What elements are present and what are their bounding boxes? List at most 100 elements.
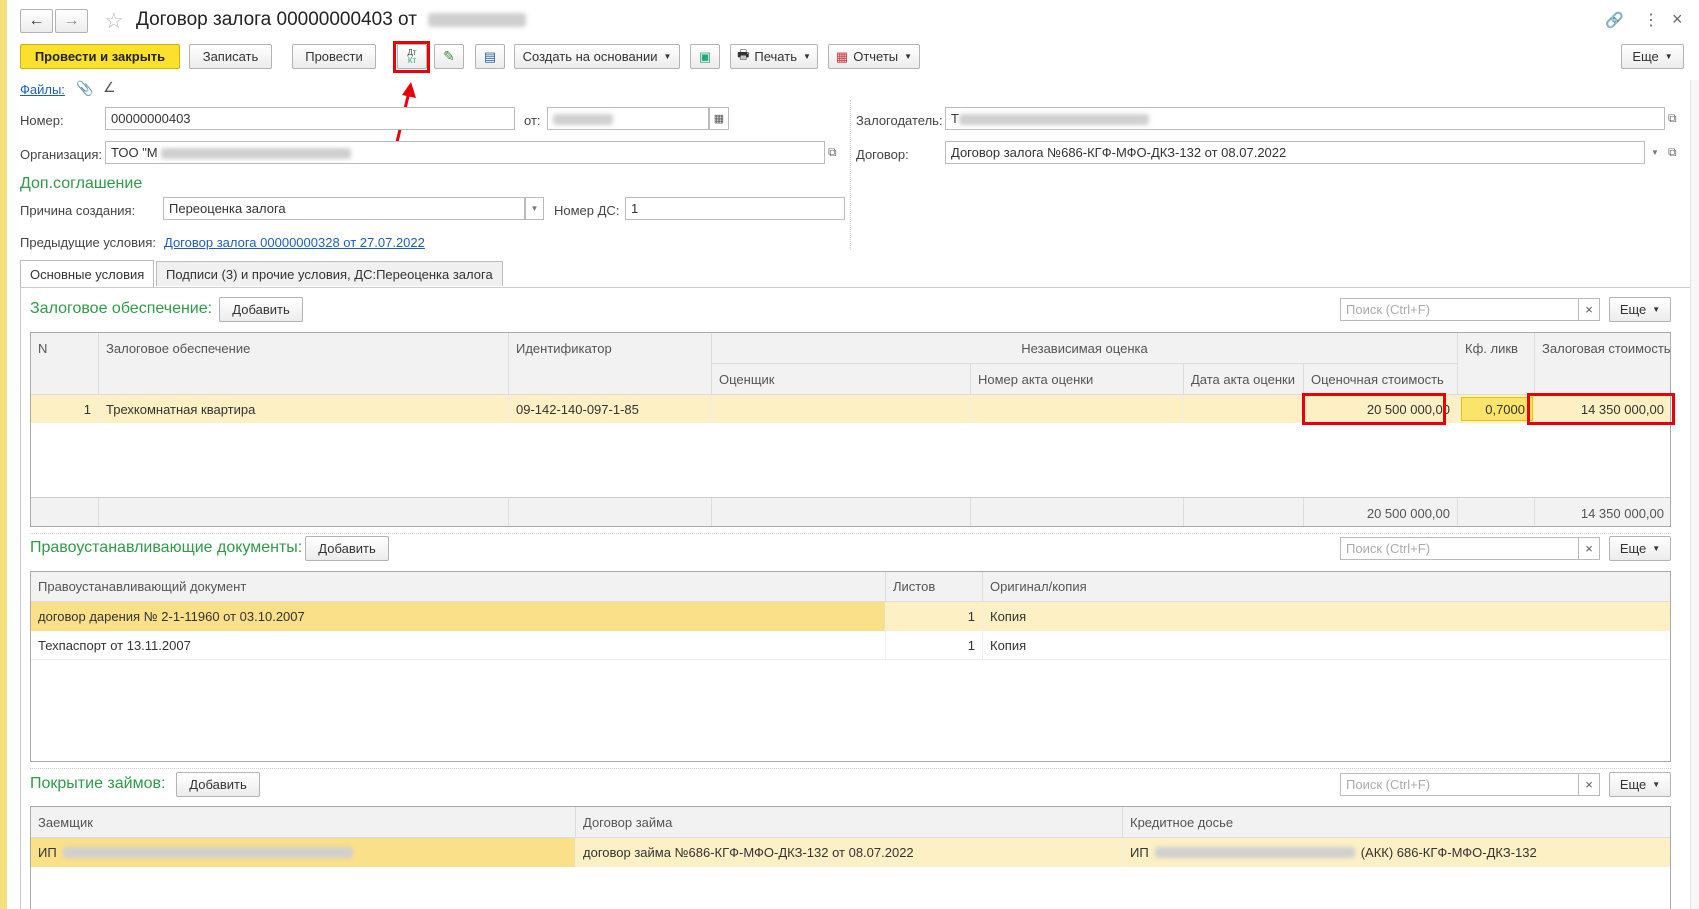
prev-conditions-link[interactable]: Договор залога 00000000328 от 27.07.2022 xyxy=(164,235,425,250)
tab-main-conditions[interactable]: Основные условия xyxy=(20,260,155,287)
files-link[interactable]: Файлы: xyxy=(20,82,65,97)
structure-button[interactable]: ▤ xyxy=(475,44,505,69)
print-label: Печать xyxy=(754,49,797,64)
dossier-redacted xyxy=(1154,847,1355,858)
col-doc[interactable]: Правоустанавливающий документ xyxy=(31,572,886,602)
table-row[interactable]: Техпаспорт от 13.11.2007 1 Копия xyxy=(31,631,1670,660)
addl-agreement-title: Доп.соглашение xyxy=(20,175,143,192)
title-docs-search-input[interactable]: Поиск (Ctrl+F) xyxy=(1340,537,1580,560)
col-act-date[interactable]: Дата акта оценки xyxy=(1184,364,1304,395)
table-row[interactable]: 1 Трехкомнатная квартира 09-142-140-097-… xyxy=(31,395,1670,423)
link-icon[interactable]: 🔗 xyxy=(1605,11,1624,29)
clear-icon: × xyxy=(1585,541,1593,556)
total-blank xyxy=(971,498,1184,526)
reports-button[interactable]: ▦ Отчеты ▼ xyxy=(828,44,920,69)
total-blank xyxy=(509,498,712,526)
attach-button[interactable]: ▣ xyxy=(690,44,720,69)
tab-signatures-label: Подписи (3) и прочие условия, ДС:Переоце… xyxy=(166,266,493,282)
ds-number-field[interactable]: 1 xyxy=(625,197,845,220)
title-date-redacted xyxy=(428,12,527,27)
save-button[interactable]: Записать xyxy=(189,44,272,69)
prev-conditions-label: Предыдущие условия: xyxy=(20,235,156,250)
pencil-icon: ✎ xyxy=(443,48,455,64)
pledger-label: Залогодатель: xyxy=(856,113,943,128)
col-id[interactable]: Идентификатор xyxy=(509,333,712,395)
loans-table: Заемщик Договор займа Кредитное досье ИП… xyxy=(30,806,1671,909)
tab-main-label: Основные условия xyxy=(30,266,145,282)
org-field[interactable]: ТОО "М xyxy=(105,141,825,164)
print-button[interactable]: 🖶 Печать ▼ xyxy=(730,44,818,69)
more-button[interactable]: Еще ▼ xyxy=(1621,44,1684,69)
dropdown-arrow-icon: ▼ xyxy=(1652,780,1661,789)
total-est-value: 20 500 000,00 xyxy=(1304,498,1458,526)
loans-search-input[interactable]: Поиск (Ctrl+F) xyxy=(1340,773,1580,796)
col-n[interactable]: N xyxy=(31,333,99,395)
forward-button[interactable]: → xyxy=(55,9,88,33)
org-open-icon[interactable]: ⧉ xyxy=(828,145,837,160)
tab-signatures[interactable]: Подписи (3) и прочие условия, ДС:Переоце… xyxy=(156,261,503,286)
col-item[interactable]: Залоговое обеспечение xyxy=(99,333,509,395)
pledger-open-icon[interactable]: ⧉ xyxy=(1668,111,1677,126)
collateral-search-input[interactable]: Поиск (Ctrl+F) xyxy=(1340,298,1580,321)
collateral-totals-row: 20 500 000,00 14 350 000,00 xyxy=(31,497,1670,526)
dropdown-arrow-icon: ▼ xyxy=(663,52,672,61)
calendar-icon[interactable]: ▦ xyxy=(709,107,729,130)
col-appraiser[interactable]: Оценщик xyxy=(712,364,971,395)
post-button[interactable]: Провести xyxy=(292,44,376,69)
dossier-prefix: ИП xyxy=(1130,845,1149,860)
back-button[interactable]: ← xyxy=(20,9,53,33)
date-label: от: xyxy=(524,113,541,128)
col-act-no[interactable]: Номер акта оценки xyxy=(971,364,1184,395)
col-est-value[interactable]: Оценочная стоимость xyxy=(1304,364,1458,395)
total-blank xyxy=(31,498,99,526)
col-pledge-value[interactable]: Залоговая стоимость xyxy=(1535,333,1670,395)
reason-label: Причина создания: xyxy=(20,203,136,218)
close-icon[interactable]: × xyxy=(1672,9,1683,30)
loans-search-clear[interactable]: × xyxy=(1578,773,1600,796)
loans-more-button[interactable]: Еще ▼ xyxy=(1609,772,1671,797)
date-field[interactable] xyxy=(547,107,709,130)
col-kf[interactable]: Кф. ликв xyxy=(1458,333,1535,395)
collateral-more-button[interactable]: Еще ▼ xyxy=(1609,297,1671,322)
scrollbar[interactable] xyxy=(1690,80,1699,909)
favorite-star-icon[interactable]: ☆ xyxy=(104,8,124,34)
table-row[interactable]: ИП договор займа №686-КГФ-МФО-ДКЗ-132 от… xyxy=(31,838,1670,867)
title-docs-search-clear[interactable]: × xyxy=(1578,537,1600,560)
org-redacted xyxy=(160,148,351,160)
collateral-search-clear[interactable]: × xyxy=(1578,298,1600,321)
printer-icon: 🖶 xyxy=(737,46,750,62)
title-docs-add-button[interactable]: Добавить xyxy=(305,536,389,561)
reason-dropdown-icon[interactable]: ▼ xyxy=(525,197,544,220)
signature-icon[interactable]: ∠ xyxy=(103,79,116,96)
pledger-field[interactable]: Т xyxy=(945,107,1665,130)
cell-est-value: 20 500 000,00 xyxy=(1304,395,1458,423)
create-based-on-button[interactable]: Создать на основании ▼ xyxy=(514,44,680,69)
date-redacted xyxy=(553,114,613,126)
ds-number-label: Номер ДС: xyxy=(554,203,620,218)
contract-open-icon[interactable]: ⧉ xyxy=(1668,145,1677,160)
dossier-suffix: (АКК) 686-КГФ-МФО-ДКЗ-132 xyxy=(1360,845,1537,860)
loans-add-button[interactable]: Добавить xyxy=(176,772,260,797)
edit-entries-button[interactable]: ✎ xyxy=(434,44,464,69)
reason-field[interactable]: Переоценка залога xyxy=(163,197,525,220)
col-indep[interactable]: Независимая оценка xyxy=(712,333,1458,364)
menu-dots-icon[interactable]: ⋮ xyxy=(1643,10,1659,30)
table-row[interactable]: договор дарения № 2-1-11960 от 03.10.200… xyxy=(31,602,1670,631)
paperclip-icon[interactable]: 📎 xyxy=(76,80,93,97)
col-loan[interactable]: Договор займа xyxy=(576,807,1123,838)
cell-dossier: ИП (АКК) 686-КГФ-МФО-ДКЗ-132 xyxy=(1123,838,1670,867)
dt-kt-icon: Дт Кт xyxy=(407,47,417,65)
dt-kt-button[interactable]: Дт Кт xyxy=(397,44,427,69)
contract-dropdown-icon[interactable]: ▼ xyxy=(1645,141,1665,164)
post-and-close-button[interactable]: Провести и закрыть xyxy=(20,44,180,69)
contract-field[interactable]: Договор залога №686-КГФ-МФО-ДКЗ-132 от 0… xyxy=(945,141,1645,164)
collateral-table: N Залоговое обеспечение Идентификатор Не… xyxy=(30,332,1671,527)
col-dossier[interactable]: Кредитное досье xyxy=(1123,807,1670,838)
cell-doc: Техпаспорт от 13.11.2007 xyxy=(31,631,886,660)
col-sheets[interactable]: Листов xyxy=(886,572,983,602)
col-borrower[interactable]: Заемщик xyxy=(31,807,576,838)
col-orig[interactable]: Оригинал/копия xyxy=(983,572,1670,602)
title-docs-more-button[interactable]: Еще ▼ xyxy=(1609,536,1671,561)
collateral-add-button[interactable]: Добавить xyxy=(219,297,303,322)
number-field[interactable]: 00000000403 xyxy=(105,107,515,130)
